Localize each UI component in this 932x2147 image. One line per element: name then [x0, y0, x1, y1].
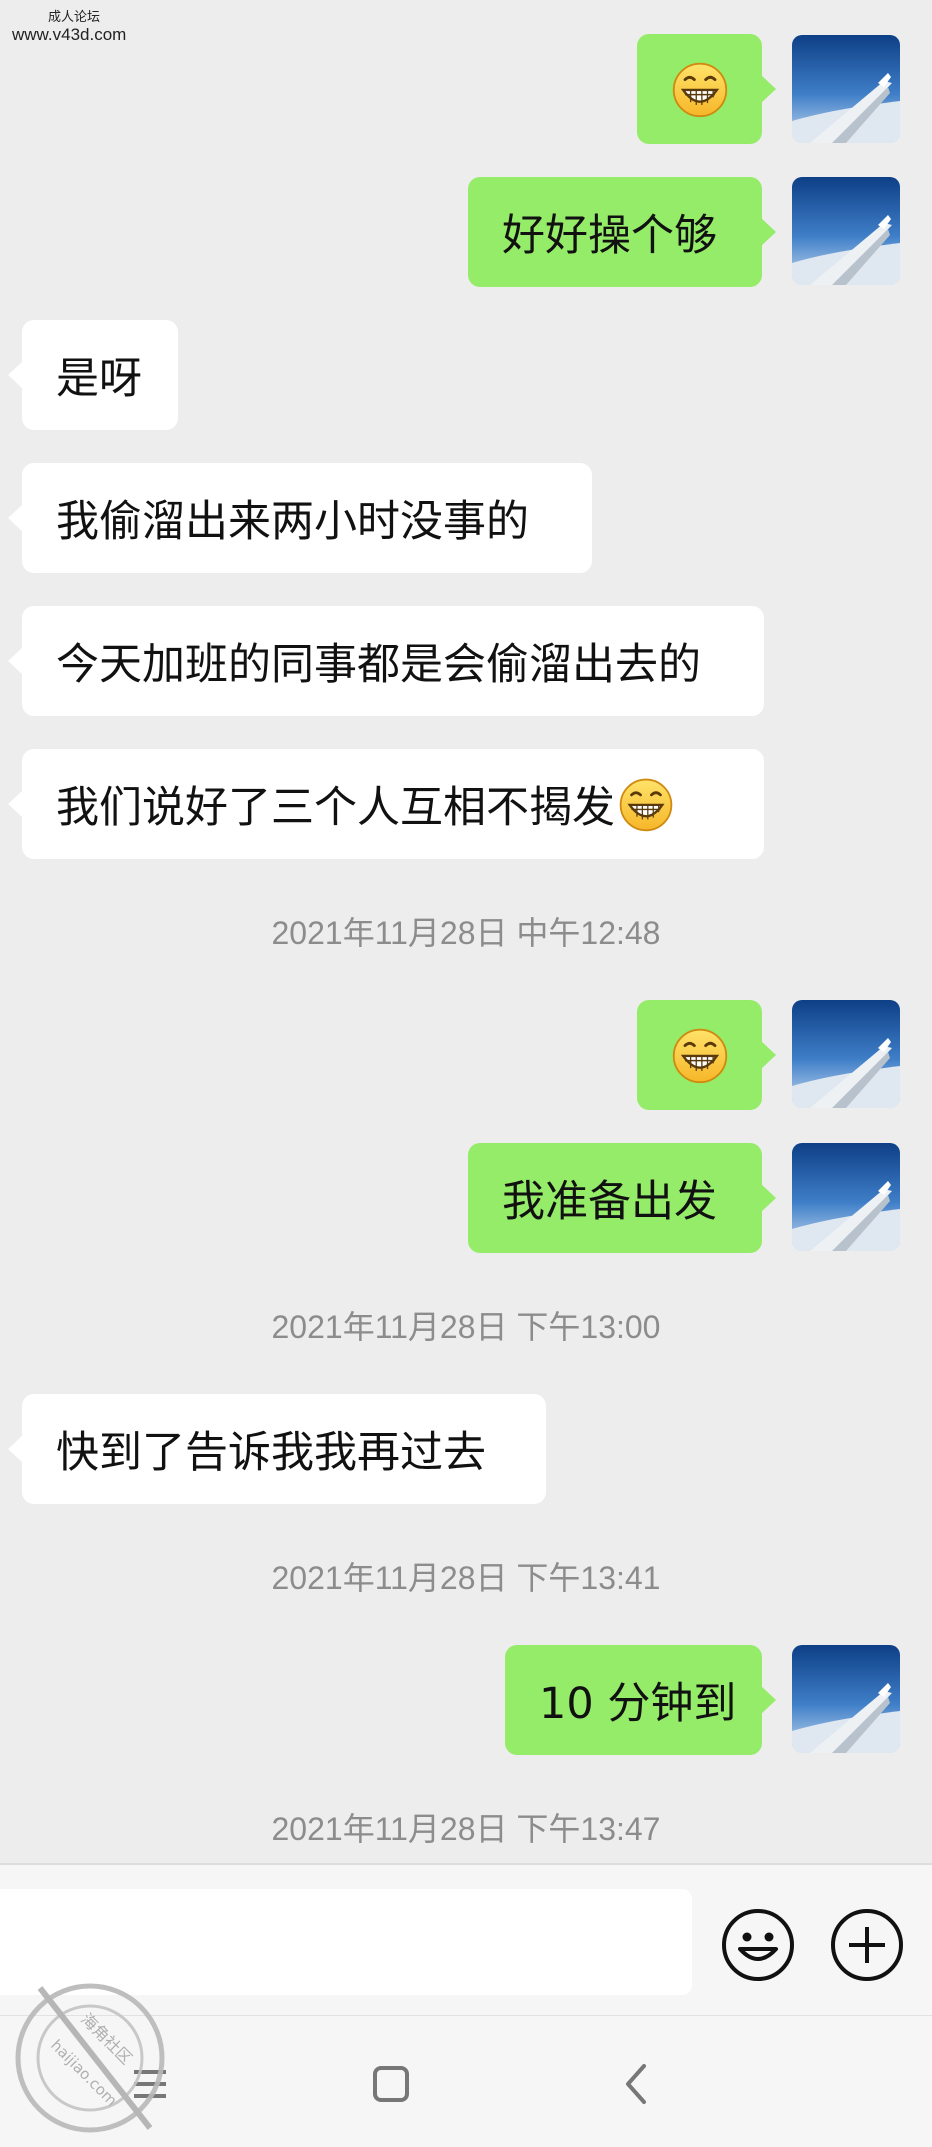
message-input[interactable] [0, 1889, 692, 1995]
plus-circle-icon[interactable] [829, 1907, 905, 1983]
timestamp: 2021年11月28日 下午13:00 [271, 1309, 661, 1345]
avatar[interactable] [792, 1645, 900, 1753]
smiley-face-icon[interactable] [720, 1907, 796, 1983]
avatar[interactable] [792, 1000, 900, 1108]
message-input-bar [0, 1863, 932, 2017]
message-bubble[interactable] [637, 1000, 776, 1110]
message-bubble[interactable]: 是呀 [8, 320, 178, 430]
message-bubble[interactable] [637, 34, 776, 144]
back-chevron-icon[interactable] [598, 2044, 678, 2124]
chat-message-list[interactable]: 好好操个够 是呀 我偷溜出来两小时没事的 今天加班的同事都是会偷溜出去的 我们说… [0, 0, 932, 1863]
message-bubble[interactable]: 今天加班的同事都是会偷溜出去的 [8, 606, 764, 716]
avatar[interactable] [792, 177, 900, 285]
message-text: 今天加班的同事都是会偷溜出去的 [56, 640, 701, 690]
grinning-emoji-icon [617, 775, 675, 833]
message-text: 快到了告诉我我再过去 [56, 1428, 486, 1478]
avatar[interactable] [792, 1143, 900, 1251]
timestamp: 2021年11月28日 下午13:47 [271, 1811, 661, 1847]
system-navigation-bar [0, 2015, 932, 2147]
grinning-emoji-icon [670, 59, 730, 119]
message-bubble[interactable]: 快到了告诉我我再过去 [8, 1394, 546, 1504]
timestamp: 2021年11月28日 中午12:48 [271, 915, 661, 951]
home-square-icon[interactable] [351, 2044, 431, 2124]
message-text: 是呀 [56, 354, 142, 404]
message-text: 我们说好了三个人互相不揭发 [56, 783, 615, 833]
message-bubble[interactable]: 我们说好了三个人互相不揭发 [8, 749, 764, 859]
message-bubble[interactable]: 10 分钟到 [505, 1645, 776, 1755]
avatar[interactable] [792, 35, 900, 143]
message-bubble[interactable]: 我偷溜出来两小时没事的 [8, 463, 592, 573]
message-text: 我准备出发 [502, 1177, 717, 1227]
timestamp: 2021年11月28日 下午13:41 [271, 1560, 661, 1596]
grinning-emoji-icon [670, 1025, 730, 1085]
message-text: 我偷溜出来两小时没事的 [56, 497, 529, 547]
message-bubble[interactable]: 我准备出发 [468, 1143, 776, 1253]
message-bubble[interactable]: 好好操个够 [468, 177, 776, 287]
message-text: 10 分钟到 [539, 1679, 737, 1729]
message-text: 好好操个够 [502, 211, 717, 261]
menu-icon[interactable] [110, 2044, 190, 2124]
